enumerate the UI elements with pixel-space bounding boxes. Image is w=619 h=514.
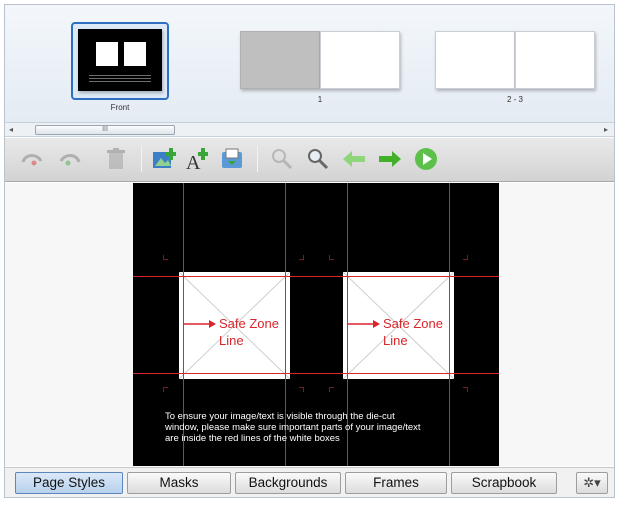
delete-icon[interactable] xyxy=(103,146,129,172)
tab-backgrounds[interactable]: Backgrounds xyxy=(235,472,341,494)
crop-mark xyxy=(463,255,468,260)
safe-zone-label-line1: Safe Zone xyxy=(383,316,443,331)
gear-icon: ✲▾ xyxy=(583,475,601,490)
thumbnail-window-left xyxy=(96,42,118,66)
thumbnail-caption: 1 xyxy=(317,95,323,104)
thumbnail-note-lines xyxy=(89,74,151,82)
add-page-icon[interactable] xyxy=(219,146,245,172)
scrollbar-thumb[interactable]: III xyxy=(35,125,175,135)
previous-page-icon[interactable] xyxy=(341,146,367,172)
instruction-line: window, please make sure important parts… xyxy=(165,422,421,433)
undo-icon[interactable] xyxy=(19,146,45,172)
safe-zone-label: Safe Zone Line xyxy=(219,315,279,349)
thumbnail-page-2-3[interactable]: 2 - 3 xyxy=(435,31,595,104)
thumbnail-page-right xyxy=(515,31,595,89)
arrow-right-icon xyxy=(183,320,216,328)
page-canvas[interactable]: Safe Zone Line Safe Zone Line To ensure … xyxy=(133,183,499,466)
thumbnail-page-left xyxy=(240,31,320,89)
crop-mark xyxy=(163,255,168,260)
thumbnail-page-1[interactable]: 1 xyxy=(240,31,400,104)
toolbar-separator xyxy=(141,146,142,172)
instruction-line: To ensure your image/text is visible thr… xyxy=(165,411,395,422)
safe-zone-label-line1: Safe Zone xyxy=(219,316,279,331)
instruction-line: are inside the red lines of the white bo… xyxy=(165,433,340,444)
crop-mark xyxy=(463,387,468,392)
zoom-in-icon[interactable] xyxy=(305,146,331,172)
scroll-right-icon[interactable]: ▸ xyxy=(604,125,608,134)
safe-zone-label-line2: Line xyxy=(219,333,244,348)
crop-mark xyxy=(163,387,168,392)
crop-mark xyxy=(329,387,334,392)
safe-zone-guide xyxy=(133,276,499,277)
tab-masks[interactable]: Masks xyxy=(127,472,231,494)
crop-mark xyxy=(299,255,304,260)
next-page-icon[interactable] xyxy=(377,146,403,172)
editor-toolbar: A xyxy=(5,138,614,182)
page-workspace: Safe Zone Line Safe Zone Line To ensure … xyxy=(5,183,614,466)
thumbnail-caption: Front xyxy=(110,103,130,112)
thumbnail-scrollbar[interactable]: ◂ III ▸ xyxy=(5,123,614,137)
play-icon[interactable] xyxy=(413,146,439,172)
crop-mark xyxy=(299,387,304,392)
safe-zone-label-line2: Line xyxy=(383,333,408,348)
thumbnail-caption: 2 - 3 xyxy=(506,95,523,104)
photo-book-editor: Front 1 2 - 3 ◂ III ▸ A Safe Zone Line S… xyxy=(4,4,615,498)
thumbnail-front[interactable]: Front xyxy=(71,22,169,112)
crop-mark xyxy=(329,255,334,260)
arrow-right-icon xyxy=(347,320,380,328)
gear-menu-button[interactable]: ✲▾ xyxy=(576,472,608,494)
thumbnail-page-left xyxy=(435,31,515,89)
thumbnail-window-right xyxy=(124,42,146,66)
die-cut-instructions: To ensure your image/text is visible thr… xyxy=(165,411,495,444)
page-thumbnail-strip: Front 1 2 - 3 xyxy=(5,5,614,123)
tab-frames[interactable]: Frames xyxy=(345,472,447,494)
thumbnail-page-right xyxy=(320,31,400,89)
tab-scrapbook[interactable]: Scrapbook xyxy=(451,472,557,494)
safe-zone-label: Safe Zone Line xyxy=(383,315,443,349)
safe-zone-guide xyxy=(133,373,499,374)
add-photo-icon[interactable] xyxy=(151,146,177,172)
redo-icon[interactable] xyxy=(57,146,83,172)
add-text-icon[interactable]: A xyxy=(185,146,211,172)
scroll-left-icon[interactable]: ◂ xyxy=(9,125,13,134)
thumbnail-front-page xyxy=(78,29,162,91)
style-tab-bar: Page Styles Masks Backgrounds Frames Scr… xyxy=(5,467,614,497)
toolbar-separator xyxy=(257,146,258,172)
zoom-out-icon[interactable] xyxy=(269,146,295,172)
tab-page-styles[interactable]: Page Styles xyxy=(15,472,123,494)
